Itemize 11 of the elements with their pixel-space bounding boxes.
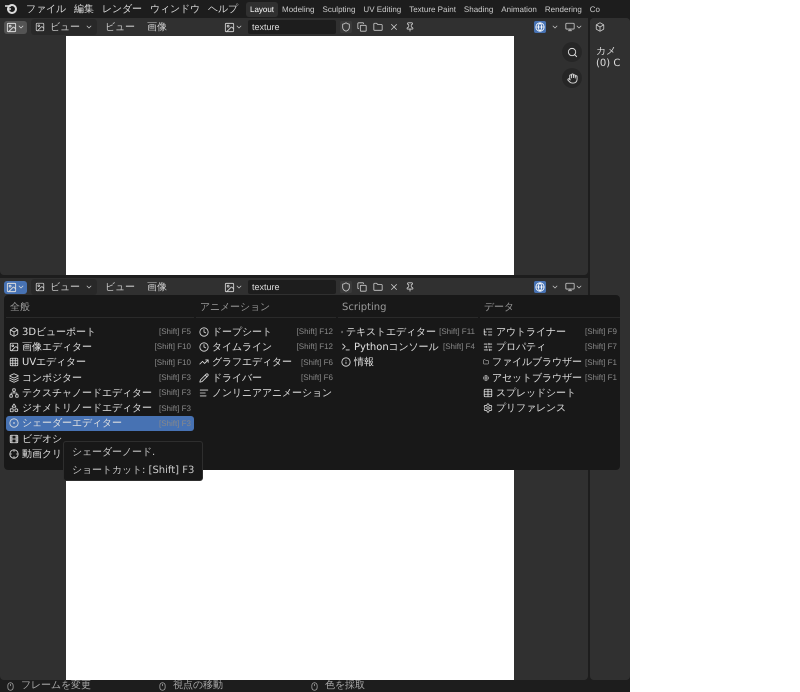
panel-text: (0) C	[595, 58, 622, 69]
status-text: 色を採取	[325, 680, 365, 692]
menu-heading: データ	[480, 299, 620, 318]
tooltip-text: ショートカット: [Shift] F3	[72, 464, 194, 477]
tooltip-text: シェーダーノード.	[72, 446, 156, 459]
status-text: 視点の移動	[173, 680, 223, 692]
menu-heading: Scripting	[338, 299, 478, 318]
status-text: フレームを変更	[21, 680, 91, 692]
menu-heading: 全般	[6, 299, 194, 318]
menu-heading: アニメーション	[196, 299, 336, 318]
panel-text: カメ	[595, 45, 617, 58]
